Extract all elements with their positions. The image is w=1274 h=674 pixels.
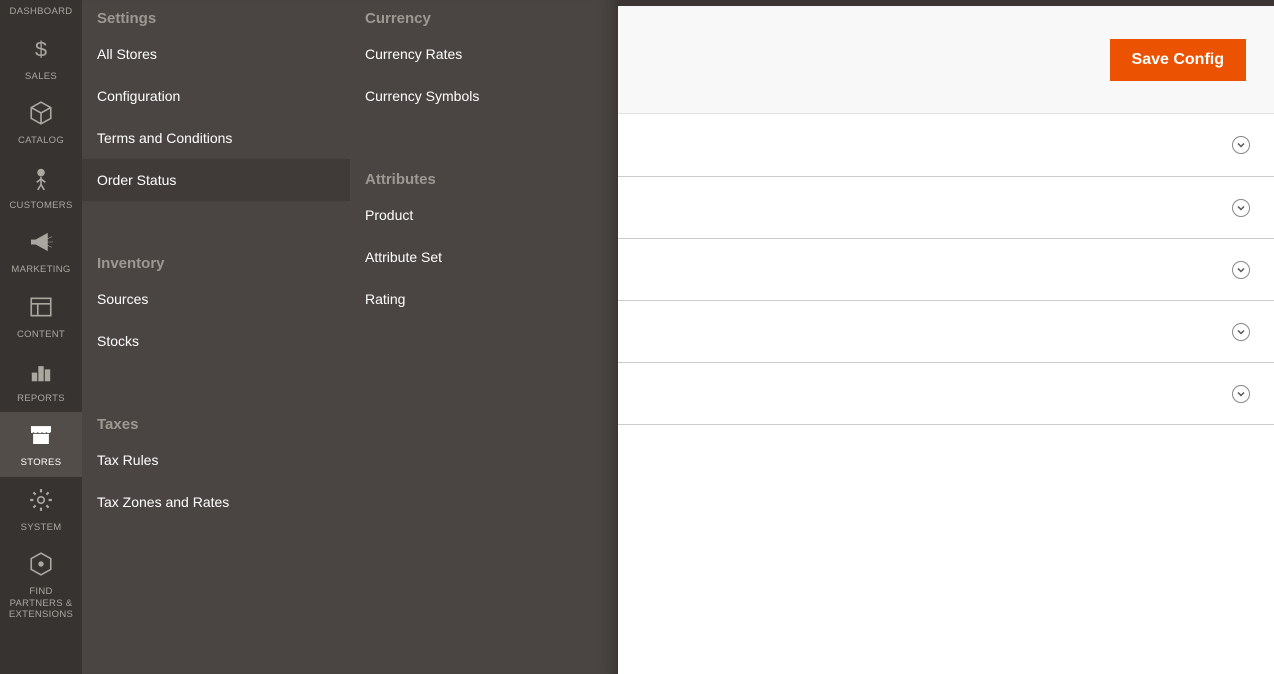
nav-find-partners[interactable]: FIND PARTNERS & EXTENSIONS	[0, 541, 82, 628]
nav-system[interactable]: SYSTEM	[0, 477, 82, 541]
link-configuration[interactable]: Configuration	[82, 75, 350, 117]
chevron-down-icon	[1232, 323, 1250, 341]
accordion-row[interactable]	[618, 176, 1274, 238]
nav-marketing[interactable]: MARKETING	[0, 219, 82, 283]
link-tax-rules[interactable]: Tax Rules	[82, 439, 350, 481]
chevron-down-icon	[1232, 199, 1250, 217]
link-product[interactable]: Product	[350, 194, 618, 236]
link-terms-conditions[interactable]: Terms and Conditions	[82, 117, 350, 159]
save-config-button[interactable]: Save Config	[1110, 39, 1246, 81]
flyout-column-2: Currency Currency Rates Currency Symbols…	[350, 0, 618, 674]
accordion-row[interactable]	[618, 114, 1274, 176]
section-title-taxes: Taxes	[82, 406, 350, 439]
bar-chart-icon	[28, 358, 54, 389]
nav-marketing-label: MARKETING	[11, 264, 70, 275]
link-tax-zones-rates[interactable]: Tax Zones and Rates	[82, 481, 350, 523]
nav-find-partners-label: FIND PARTNERS & EXTENSIONS	[4, 586, 78, 620]
link-stocks[interactable]: Stocks	[82, 320, 350, 362]
section-title-settings: Settings	[82, 0, 350, 33]
link-sources[interactable]: Sources	[82, 278, 350, 320]
nav-system-label: SYSTEM	[21, 522, 62, 533]
store-icon	[28, 422, 54, 453]
main-content: Save Config	[618, 0, 1274, 674]
puzzle-icon	[28, 551, 54, 582]
link-currency-symbols[interactable]: Currency Symbols	[350, 75, 618, 117]
chevron-down-icon	[1232, 136, 1250, 154]
accordion-row[interactable]	[618, 300, 1274, 362]
nav-dashboard[interactable]: DASHBOARD	[0, 0, 82, 26]
layout-icon	[28, 294, 54, 325]
link-rating[interactable]: Rating	[350, 278, 618, 320]
nav-customers-label: CUSTOMERS	[9, 200, 72, 211]
nav-dashboard-label: DASHBOARD	[10, 6, 73, 17]
nav-sales[interactable]: $ SALES	[0, 26, 82, 90]
accordion-row[interactable]	[618, 362, 1274, 424]
accordion-row[interactable]	[618, 238, 1274, 300]
primary-nav: DASHBOARD $ SALES CATALOG CUSTOMERS MARK…	[0, 0, 82, 674]
nav-customers[interactable]: CUSTOMERS	[0, 155, 82, 219]
link-attribute-set[interactable]: Attribute Set	[350, 236, 618, 278]
section-title-inventory: Inventory	[82, 245, 350, 278]
nav-reports[interactable]: REPORTS	[0, 348, 82, 412]
nav-content-label: CONTENT	[17, 329, 65, 340]
nav-stores-label: STORES	[21, 457, 62, 468]
nav-catalog-label: CATALOG	[18, 135, 64, 146]
dollar-icon: $	[28, 36, 54, 67]
person-icon	[28, 165, 54, 196]
nav-sales-label: SALES	[25, 71, 57, 82]
stores-flyout: Settings All Stores Configuration Terms …	[82, 0, 618, 674]
bullhorn-icon	[28, 229, 54, 260]
nav-catalog[interactable]: CATALOG	[0, 90, 82, 154]
section-title-attributes: Attributes	[350, 161, 618, 194]
nav-stores[interactable]: STORES	[0, 412, 82, 476]
chevron-down-icon	[1232, 385, 1250, 403]
gear-icon	[28, 487, 54, 518]
chevron-down-icon	[1232, 261, 1250, 279]
link-order-status[interactable]: Order Status	[82, 159, 350, 201]
section-title-currency: Currency	[350, 0, 618, 33]
svg-text:$: $	[35, 37, 47, 62]
nav-content[interactable]: CONTENT	[0, 284, 82, 348]
link-currency-rates[interactable]: Currency Rates	[350, 33, 618, 75]
action-bar: Save Config	[618, 6, 1274, 114]
nav-reports-label: REPORTS	[17, 393, 65, 404]
flyout-column-1: Settings All Stores Configuration Terms …	[82, 0, 350, 674]
link-all-stores[interactable]: All Stores	[82, 33, 350, 75]
config-accordion	[618, 114, 1274, 425]
cube-icon	[28, 100, 54, 131]
